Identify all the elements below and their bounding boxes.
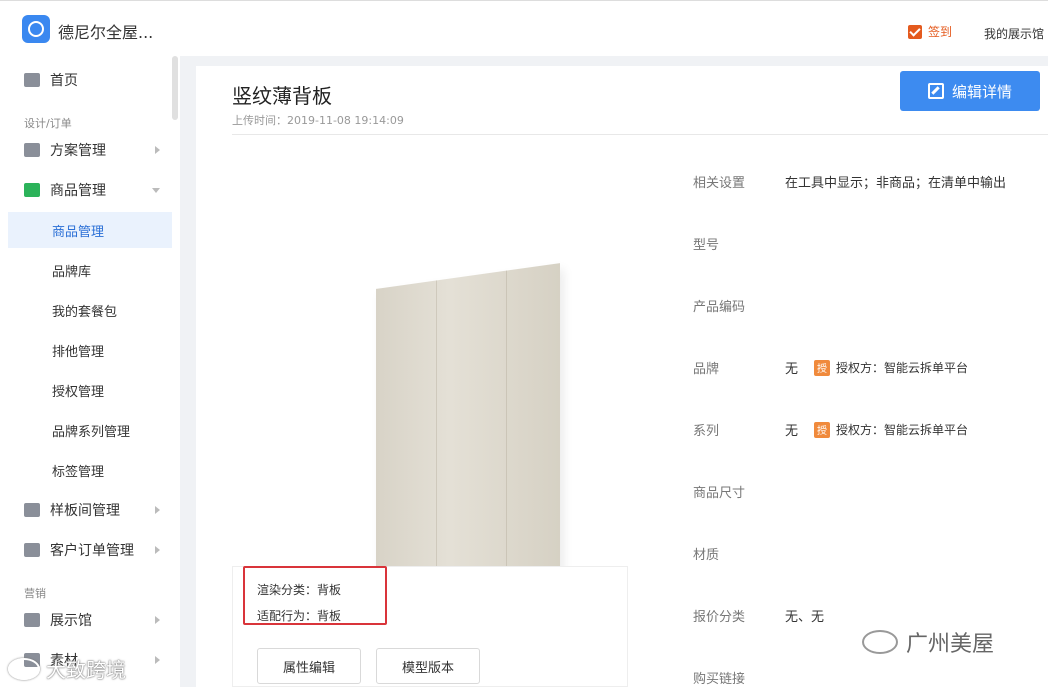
wechat-icon: [862, 630, 898, 654]
sidebar-item-label: 样板间管理: [50, 503, 120, 519]
attr-label-series: 系列: [693, 424, 720, 439]
main-content: 竖纹薄背板 上传时间：2019-11-08 19:14:09 编辑详情 渲染分类…: [196, 66, 1048, 687]
authorization-badge-icon: 授: [814, 421, 831, 438]
attr-value-brand: 无 授 授权方：智能云拆单平台: [785, 358, 968, 377]
chevron-right-icon: [155, 506, 160, 514]
sidebar-subitem-tags[interactable]: 标签管理: [0, 452, 172, 488]
sidebar-group-design: 设计/订单: [24, 117, 72, 130]
attr-label-brand: 品牌: [693, 362, 720, 377]
watermark-left: 大致跨境: [8, 654, 126, 683]
sidebar-item-label: 展示馆: [50, 613, 92, 629]
attr-value-price-category: 无、无: [785, 610, 825, 625]
sidebar-item-home[interactable]: 首页: [0, 62, 172, 98]
watermark-left-text: 大致跨境: [46, 658, 126, 682]
checkin-button[interactable]: 签到: [908, 23, 952, 40]
attr-value-settings: 在工具中显示；非商品；在清单中输出: [785, 176, 1007, 191]
sidebar-subitem-exclusive[interactable]: 排他管理: [0, 332, 172, 368]
sidebar-subitem-brand-library[interactable]: 品牌库: [0, 252, 172, 288]
attr-label-model: 型号: [693, 238, 720, 253]
sidebar-item-orders[interactable]: 客户订单管理: [0, 532, 172, 568]
edit-details-button[interactable]: 编辑详情: [900, 71, 1040, 111]
chevron-right-icon: [155, 616, 160, 624]
chevron-right-icon: [155, 656, 160, 664]
authorization-badge-icon: 授: [814, 359, 831, 376]
render-category: 渲染分类：背板: [257, 583, 342, 597]
sidebar-item-plans[interactable]: 方案管理: [0, 132, 172, 168]
sidebar-item-label: 客户订单管理: [50, 543, 134, 559]
checkin-label: 签到: [928, 25, 953, 39]
upload-time: 上传时间：2019-11-08 19:14:09: [232, 114, 404, 127]
brand-authorizer: 授权方：智能云拆单平台: [836, 361, 969, 375]
attr-value-series: 无 授 授权方：智能云拆单平台: [785, 420, 968, 439]
wechat-icon: [8, 657, 40, 680]
model-version-button[interactable]: 模型版本: [376, 648, 480, 684]
adapt-behavior: 适配行为：背板: [257, 609, 342, 623]
my-showroom-link[interactable]: 我的展示馆: [984, 25, 1044, 42]
sidebar-item-label: 方案管理: [50, 143, 106, 159]
chevron-right-icon: [155, 146, 160, 154]
exhibition-icon: [24, 613, 40, 627]
company-name[interactable]: 德尼尔全屋...: [58, 19, 153, 43]
attr-label-material: 材质: [693, 548, 720, 563]
top-bar: 德尼尔全屋... 签到 我的展示馆: [0, 0, 1048, 56]
sidebar-item-samples[interactable]: 样板间管理: [0, 492, 172, 528]
sidebar-group-marketing: 营销: [24, 587, 46, 600]
folder-icon: [24, 143, 40, 157]
sidebar-subitem-brand-series[interactable]: 品牌系列管理: [0, 412, 172, 448]
page-title: 竖纹薄背板: [232, 84, 332, 108]
attr-label-price-category: 报价分类: [693, 610, 746, 625]
attr-label-size: 商品尺寸: [693, 486, 746, 501]
edit-icon: [927, 83, 944, 99]
brand-value: 无: [785, 362, 799, 377]
attr-label-code: 产品编码: [693, 300, 746, 315]
attr-label-purchase-link: 购买链接: [693, 672, 746, 687]
order-icon: [24, 543, 40, 557]
chevron-right-icon: [155, 546, 160, 554]
watermark-right: 广州美屋: [862, 626, 994, 658]
watermark-right-text: 广州美屋: [906, 632, 995, 657]
sidebar-subitem-packages[interactable]: 我的套餐包: [0, 292, 172, 328]
sidebar-item-goods[interactable]: 商品管理: [0, 172, 172, 208]
attr-label-settings: 相关设置: [693, 176, 746, 191]
chevron-down-icon: [152, 188, 160, 193]
attribute-edit-button[interactable]: 属性编辑: [257, 648, 361, 684]
sidebar-item-exhibition[interactable]: 展示馆: [0, 602, 172, 638]
checkin-icon: [908, 24, 922, 39]
sidebar-item-label: 首页: [50, 73, 78, 89]
app-logo-icon[interactable]: [22, 15, 50, 43]
shopping-bag-icon: [24, 183, 40, 197]
divider: [232, 134, 1048, 135]
sidebar-subitem-authorization[interactable]: 授权管理: [0, 372, 172, 408]
home-icon: [24, 73, 40, 87]
sidebar-subitem-goods-management[interactable]: 商品管理: [8, 212, 172, 248]
door-icon: [24, 503, 40, 517]
sidebar-item-label: 商品管理: [50, 183, 106, 199]
sidebar: 首页 设计/订单 方案管理 商品管理 商品管理 品牌库 我的套餐包 排他管理 授…: [0, 56, 180, 687]
series-value: 无: [785, 424, 799, 439]
edit-details-label: 编辑详情: [951, 82, 1012, 101]
series-authorizer: 授权方：智能云拆单平台: [836, 423, 969, 437]
product-preview[interactable]: [232, 150, 632, 633]
sidebar-scrollbar[interactable]: [172, 56, 178, 120]
